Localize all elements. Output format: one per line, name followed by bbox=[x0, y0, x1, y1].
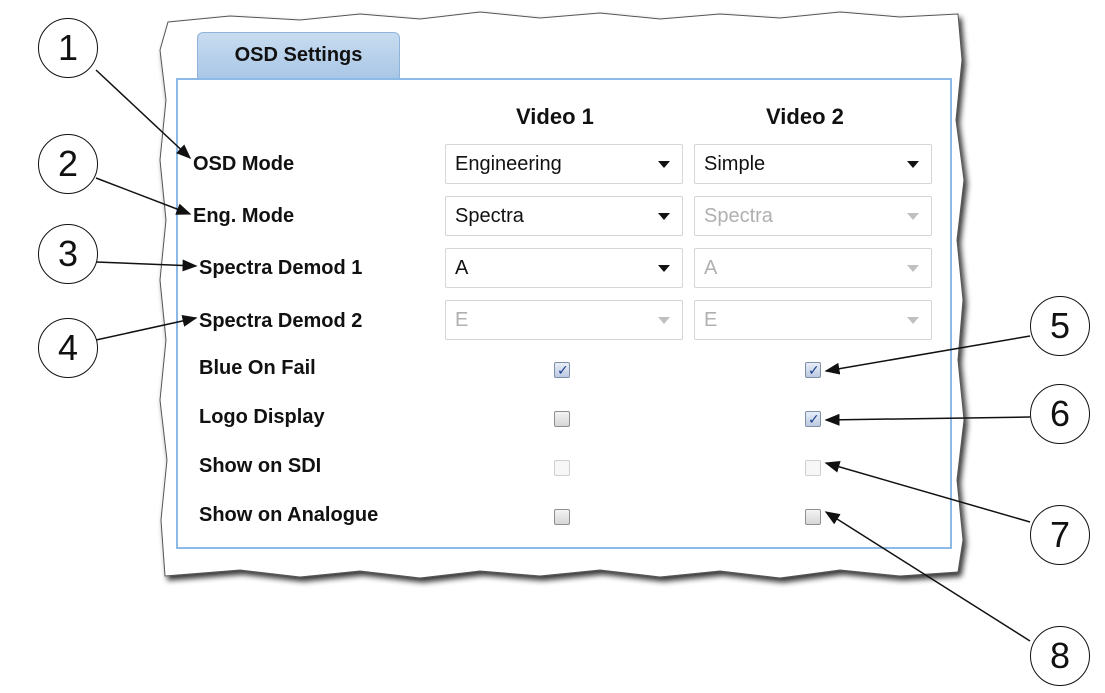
column-header-video-1: Video 1 bbox=[516, 104, 594, 129]
logo-display-video2-checkbox[interactable]: ✓ bbox=[805, 411, 821, 427]
chevron-down-icon bbox=[907, 213, 919, 220]
chevron-down-icon bbox=[658, 265, 670, 272]
chevron-down-icon bbox=[658, 161, 670, 168]
show-on-sdi-video1-checkbox[interactable] bbox=[554, 460, 570, 476]
select-value: E bbox=[704, 308, 718, 331]
callout-7: 7 bbox=[1030, 505, 1090, 565]
label-spectra-demod-1: Spectra Demod 1 bbox=[199, 257, 363, 279]
blue-on-fail-video1-checkbox[interactable]: ✓ bbox=[554, 362, 570, 378]
show-on-sdi-video2-checkbox[interactable] bbox=[805, 460, 821, 476]
chevron-down-icon bbox=[658, 317, 670, 324]
checkmark-icon: ✓ bbox=[808, 411, 820, 427]
osd-mode-video2-select[interactable]: Simple bbox=[694, 144, 932, 184]
spectra-demod-1-video1-select[interactable]: A bbox=[445, 248, 683, 288]
logo-display-video1-checkbox[interactable] bbox=[554, 411, 570, 427]
label-eng-mode: Eng. Mode bbox=[193, 205, 295, 227]
callout-1: 1 bbox=[38, 18, 98, 78]
select-value: A bbox=[704, 256, 718, 279]
callout-8: 8 bbox=[1030, 626, 1090, 686]
select-value: Engineering bbox=[455, 152, 562, 175]
spectra-demod-1-video2-select: A bbox=[694, 248, 932, 288]
blue-on-fail-video2-checkbox[interactable]: ✓ bbox=[805, 362, 821, 378]
column-header-video-2: Video 2 bbox=[766, 104, 844, 129]
select-value: A bbox=[455, 256, 469, 279]
callout-5: 5 bbox=[1030, 296, 1090, 356]
label-show-on-sdi: Show on SDI bbox=[199, 455, 322, 477]
select-value: Spectra bbox=[704, 204, 773, 227]
chevron-down-icon bbox=[907, 317, 919, 324]
chevron-down-icon bbox=[658, 213, 670, 220]
tab-osd-settings[interactable]: OSD Settings bbox=[197, 32, 400, 78]
spectra-demod-2-video2-select: E bbox=[694, 300, 932, 340]
select-value: Spectra bbox=[455, 204, 524, 227]
spectra-demod-2-video1-select: E bbox=[445, 300, 683, 340]
label-spectra-demod-2: Spectra Demod 2 bbox=[199, 310, 363, 332]
label-show-on-analogue: Show on Analogue bbox=[199, 504, 379, 526]
label-logo-display: Logo Display bbox=[199, 406, 325, 428]
checkmark-icon: ✓ bbox=[808, 362, 820, 378]
callout-4: 4 bbox=[38, 318, 98, 378]
chevron-down-icon bbox=[907, 265, 919, 272]
eng-mode-video1-select[interactable]: Spectra bbox=[445, 196, 683, 236]
checkmark-icon: ✓ bbox=[557, 362, 569, 378]
callout-6: 6 bbox=[1030, 384, 1090, 444]
callout-2: 2 bbox=[38, 134, 98, 194]
select-value: Simple bbox=[704, 152, 766, 175]
chevron-down-icon bbox=[907, 161, 919, 168]
eng-mode-video2-select: Spectra bbox=[694, 196, 932, 236]
osd-mode-video1-select[interactable]: Engineering bbox=[445, 144, 683, 184]
label-osd-mode: OSD Mode bbox=[193, 153, 295, 175]
show-on-analogue-video2-checkbox[interactable] bbox=[805, 509, 821, 525]
select-value: E bbox=[455, 308, 469, 331]
callout-3: 3 bbox=[38, 224, 98, 284]
label-blue-on-fail: Blue On Fail bbox=[199, 357, 316, 379]
show-on-analogue-video1-checkbox[interactable] bbox=[554, 509, 570, 525]
